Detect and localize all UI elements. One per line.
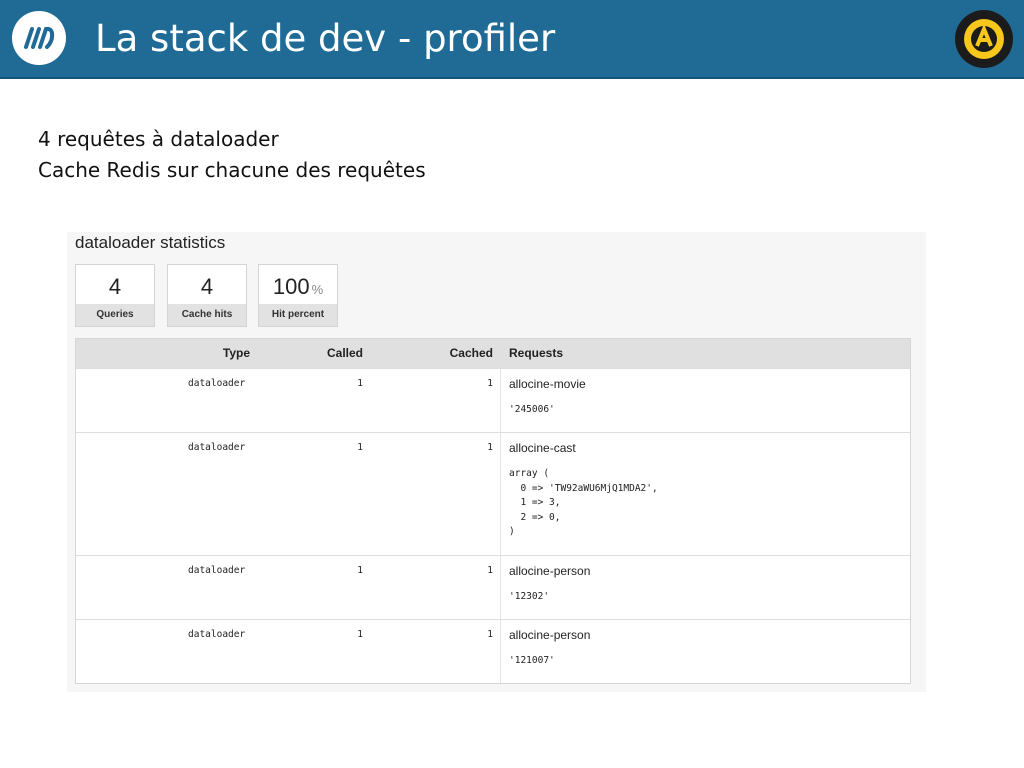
cell-cached: 1 [487,565,493,576]
intro-text: 4 requêtes à dataloader Cache Redis sur … [38,124,426,186]
intro-line-queries: 4 requêtes à dataloader [38,127,279,151]
table-row: dataloader 1 1 allocine-movie '245006' [76,368,910,432]
cell-cached: 1 [487,629,493,640]
cell-type: dataloader [188,442,246,453]
cell-cached: 1 [487,442,493,453]
cell-request-args: array ( 0 => 'TW92aWU6MjQ1MDA2', 1 => 3,… [509,468,658,538]
cell-request-name: allocine-movie [509,377,586,391]
metric-value: 4 [108,274,122,299]
cell-request-name: allocine-person [509,564,591,578]
metric-value: 100 [272,274,310,299]
requests-table: Type Called Cached Requests dataloader 1… [75,338,911,684]
panel-title: dataloader statistics [75,233,226,252]
cell-called: 1 [357,629,363,640]
cell-type: dataloader [188,565,246,576]
cell-request-args: '12302' [509,591,550,602]
cell-called: 1 [357,565,363,576]
slide-header: La stack de dev - profiler [0,0,1024,79]
slide-title: La stack de dev - profiler [95,17,556,60]
metric-label: Queries [76,304,154,326]
table-header: Type Called Cached Requests [76,339,910,368]
m6-logo-icon [12,11,66,65]
table-row: dataloader 1 1 allocine-cast array ( 0 =… [76,432,910,555]
header-requests: Requests [509,346,564,360]
metric-hit-percent: 100% Hit percent [258,264,338,327]
intro-line-cache: Cache Redis sur chacune des requêtes [38,158,426,182]
cell-called: 1 [357,378,363,389]
metric-queries: 4 Queries [75,264,155,327]
cell-type: dataloader [188,378,246,389]
cell-request-name: allocine-person [509,628,591,642]
cell-request-args: '121007' [509,655,555,666]
metric-value-wrap: 100% [259,273,337,304]
cell-type: dataloader [188,629,246,640]
metric-unit: % [311,282,324,297]
metric-label: Cache hits [168,304,246,326]
allocine-logo-icon [955,10,1013,68]
dataloader-statistics-panel: dataloader statistics 4 Queries 4 Cache … [67,232,926,692]
cell-request-name: allocine-cast [509,441,576,455]
cell-called: 1 [357,442,363,453]
header-cached: Cached [449,346,493,360]
metric-value: 4 [200,274,214,299]
metric-label: Hit percent [259,304,337,326]
table-row: dataloader 1 1 allocine-person '12302' [76,555,910,619]
cell-cached: 1 [487,378,493,389]
header-type: Type [222,346,250,360]
header-called: Called [326,346,363,360]
metric-cache-hits: 4 Cache hits [167,264,247,327]
cell-request-args: '245006' [509,404,555,415]
table-row: dataloader 1 1 allocine-person '121007' [76,619,910,683]
